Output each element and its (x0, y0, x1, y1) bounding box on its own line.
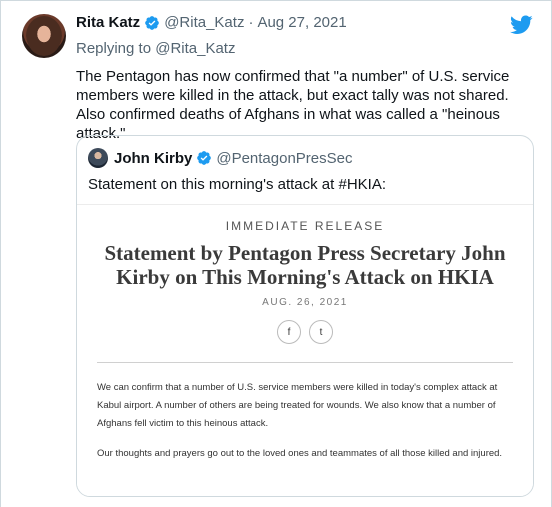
quoted-tweet-text: Statement on this morning's attack at #H… (88, 176, 387, 193)
quoted-tweet-header: John Kirby @PentagonPresSec (88, 148, 353, 168)
twitter-share-icon: t (309, 320, 333, 344)
verified-badge-icon (145, 15, 160, 30)
replying-to-handle[interactable]: @Rita_Katz (155, 40, 235, 57)
author-handle[interactable]: @Rita_Katz (164, 14, 244, 31)
replying-prefix: Replying to (76, 40, 156, 57)
separator-dot: · (248, 14, 254, 31)
release-date: AUG. 26, 2021 (262, 297, 348, 308)
tweet-date[interactable]: Aug 27, 2021 (257, 14, 346, 31)
tweet-card: Rita Katz @Rita_Katz · Aug 27, 2021 Repl… (0, 0, 552, 507)
quoted-author-handle: @PentagonPresSec (216, 149, 353, 167)
release-title: Statement by Pentagon Press Secretary Jo… (104, 241, 506, 289)
quoted-author-avatar (88, 148, 108, 168)
release-paragraph-1: We can confirm that a number of U.S. ser… (97, 382, 498, 429)
tweet-text: The Pentagon has now confirmed that "a n… (76, 68, 510, 142)
author-avatar[interactable] (22, 14, 66, 58)
quoted-author-name: John Kirby (114, 149, 193, 167)
replying-to-line: Replying to @Rita_Katz (76, 40, 235, 57)
quoted-tweet[interactable]: John Kirby @PentagonPresSec Statement on… (76, 135, 534, 497)
author-name[interactable]: Rita Katz (76, 14, 140, 31)
release-kicker: IMMEDIATE RELEASE (225, 219, 385, 233)
facebook-share-icon: f (277, 320, 301, 344)
tweet-header: Rita Katz @Rita_Katz · Aug 27, 2021 (76, 14, 347, 31)
release-divider (97, 362, 513, 363)
verified-badge-icon (197, 151, 212, 165)
twitter-bird-icon[interactable] (510, 15, 533, 35)
press-release-image[interactable]: IMMEDIATE RELEASE Statement by Pentagon … (77, 204, 533, 496)
release-paragraph-2: Our thoughts and prayers go out to the l… (97, 448, 503, 459)
